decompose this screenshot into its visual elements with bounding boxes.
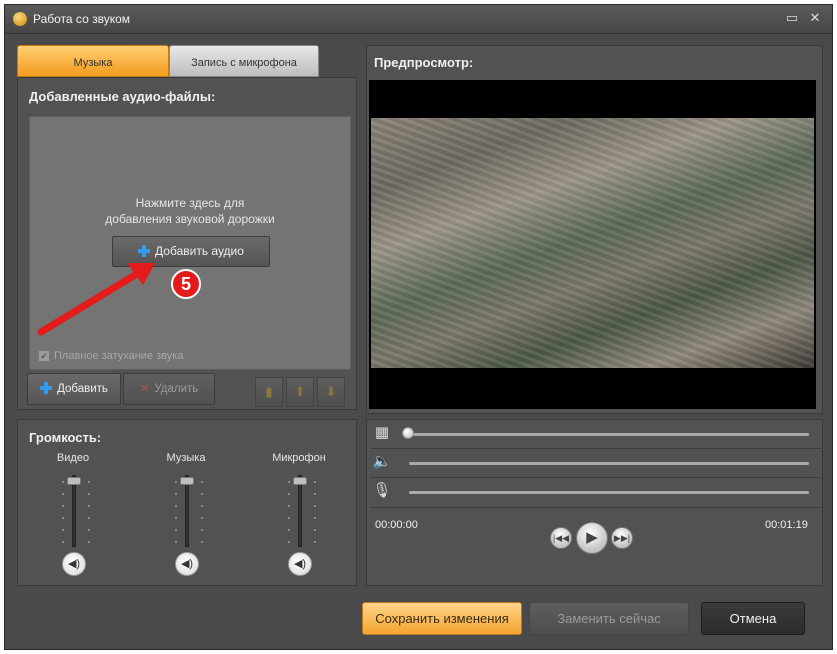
volume-tick bbox=[88, 517, 90, 519]
timeline-thumb[interactable] bbox=[402, 427, 414, 439]
step-badge: 5 bbox=[171, 269, 201, 299]
volume-tick bbox=[62, 529, 64, 531]
volume-tick bbox=[314, 505, 316, 507]
prev-icon[interactable]: |◀◀ bbox=[550, 527, 572, 549]
volume-video-thumb[interactable] bbox=[67, 477, 81, 485]
volume-tick bbox=[288, 481, 290, 483]
volume-music-slider[interactable] bbox=[185, 475, 189, 547]
volume-tick bbox=[175, 505, 177, 507]
volume-tick bbox=[314, 493, 316, 495]
plus-icon bbox=[40, 382, 53, 394]
film-icon: ▦ bbox=[374, 424, 390, 441]
volume-tick bbox=[201, 529, 203, 531]
volume-tick bbox=[175, 517, 177, 519]
delete-button-label: Удалить bbox=[154, 383, 199, 395]
volume-tick bbox=[288, 541, 290, 543]
arrow-up-icon[interactable]: ⬆ bbox=[286, 377, 314, 407]
divider bbox=[370, 448, 823, 449]
volume-heading: Громкость: bbox=[29, 430, 102, 445]
add-button-label: Добавить bbox=[57, 383, 108, 395]
microphone-icon: 🎙 bbox=[372, 482, 392, 499]
volume-video-label: Видео bbox=[56, 452, 90, 464]
video-frame bbox=[371, 118, 814, 368]
replace-now-button[interactable]: Заменить сейчас bbox=[529, 602, 689, 635]
volume-mic-thumb[interactable] bbox=[293, 477, 307, 485]
volume-tick bbox=[288, 529, 290, 531]
video-frame-texture bbox=[371, 118, 814, 368]
volume-tick bbox=[288, 505, 290, 507]
volume-music-thumb[interactable] bbox=[180, 477, 194, 485]
delete-x-icon: ✕ bbox=[139, 383, 150, 395]
volume-tick bbox=[88, 541, 90, 543]
volume-tick bbox=[175, 541, 177, 543]
arrow-down-icon[interactable]: ⬇ bbox=[317, 377, 345, 407]
mic-track-slider[interactable] bbox=[409, 491, 809, 494]
volume-tick bbox=[314, 481, 316, 483]
total-time: 00:01:19 bbox=[765, 519, 808, 531]
volume-tick bbox=[88, 505, 90, 507]
volume-tick bbox=[314, 529, 316, 531]
divider bbox=[370, 477, 823, 478]
volume-tick bbox=[62, 541, 64, 543]
volume-tick bbox=[175, 529, 177, 531]
speaker-icon[interactable]: ◀) bbox=[175, 552, 199, 576]
video-preview bbox=[369, 80, 816, 409]
add-button[interactable]: Добавить bbox=[27, 373, 121, 405]
volume-tick bbox=[62, 481, 64, 483]
speaker-icon[interactable]: ◀) bbox=[62, 552, 86, 576]
volume-tick bbox=[314, 517, 316, 519]
sound-settings-window: Работа со звуком ▭ ✕ Музыка Запись с мик… bbox=[4, 4, 833, 650]
music-track-slider[interactable] bbox=[409, 462, 809, 465]
volume-tick bbox=[175, 493, 177, 495]
timeline-panel bbox=[366, 419, 823, 586]
preview-heading: Предпросмотр: bbox=[374, 55, 474, 70]
volume-mic-slider[interactable] bbox=[298, 475, 302, 547]
volume-tick bbox=[88, 481, 90, 483]
volume-tick bbox=[288, 493, 290, 495]
volume-tick bbox=[201, 493, 203, 495]
bookmark-icon[interactable]: ▮ bbox=[255, 377, 283, 407]
volume-mic-label: Микрофон bbox=[272, 452, 326, 464]
volume-music-label: Музыка bbox=[166, 452, 206, 464]
volume-tick bbox=[62, 493, 64, 495]
play-icon[interactable]: ▶ bbox=[576, 522, 608, 554]
volume-tick bbox=[201, 517, 203, 519]
volume-tick bbox=[201, 481, 203, 483]
volume-tick bbox=[62, 517, 64, 519]
divider bbox=[370, 507, 823, 508]
current-time: 00:00:00 bbox=[375, 519, 418, 531]
fade-checkbox[interactable]: ✓ bbox=[38, 350, 50, 362]
volume-tick bbox=[62, 505, 64, 507]
cancel-button[interactable]: Отмена bbox=[701, 602, 805, 635]
speaker-icon: 🔈 bbox=[372, 453, 392, 470]
next-icon[interactable]: ▶▶| bbox=[611, 527, 633, 549]
delete-button[interactable]: ✕ Удалить bbox=[123, 373, 215, 405]
volume-tick bbox=[201, 541, 203, 543]
save-changes-button[interactable]: Сохранить изменения bbox=[362, 602, 522, 635]
video-track-slider[interactable] bbox=[409, 433, 809, 436]
volume-video-slider[interactable] bbox=[72, 475, 76, 547]
volume-tick bbox=[201, 505, 203, 507]
volume-tick bbox=[314, 541, 316, 543]
volume-tick bbox=[88, 493, 90, 495]
volume-tick bbox=[288, 517, 290, 519]
volume-tick bbox=[88, 529, 90, 531]
speaker-icon[interactable]: ◀) bbox=[288, 552, 312, 576]
volume-tick bbox=[175, 481, 177, 483]
fade-checkbox-label: Плавное затухание звука bbox=[54, 350, 184, 362]
